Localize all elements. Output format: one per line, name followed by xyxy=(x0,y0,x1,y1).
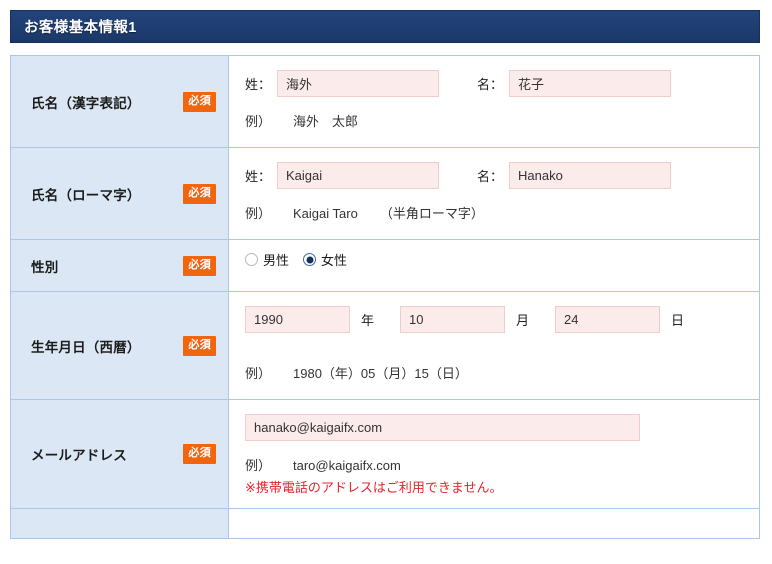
table-row-name-romaji: 氏名（ローマ字） 必須 姓： 名： 例） Kaigai Taro （半角ローマ字） xyxy=(10,147,760,240)
sei-label-romaji: 姓： xyxy=(245,169,272,184)
birth-month-input[interactable] xyxy=(400,306,506,333)
last-name-kanji-input[interactable] xyxy=(277,70,440,97)
name-romaji-fields: 姓： 名： xyxy=(245,162,759,189)
required-badge-email: 必須 xyxy=(183,444,216,464)
label-cell-name-kanji: 氏名（漢字表記） 必須 xyxy=(10,55,229,148)
radio-icon-male[interactable] xyxy=(245,253,258,266)
table-row-partial xyxy=(10,508,760,539)
hint-value-name-romaji: Kaigai Taro xyxy=(293,206,358,221)
required-badge-name-kanji: 必須 xyxy=(183,91,216,112)
hint-prefix-email: 例） xyxy=(245,458,272,473)
radio-icon-female[interactable] xyxy=(303,253,317,266)
hint-birthdate: 例） 1980（年）05（月）15（日） xyxy=(245,363,759,382)
registration-form-page: お客様基本情報1 氏名（漢字表記） 必須 姓： 名： xyxy=(0,0,772,564)
email-fields xyxy=(245,414,759,441)
email-warning-note: ※携帯電話のアドレスはご利用できません。 xyxy=(245,480,503,495)
hint-prefix-name-romaji: 例） xyxy=(245,206,272,221)
name-kanji-fields: 姓： 名： xyxy=(245,70,759,97)
value-cell-gender: 男性 女性 xyxy=(228,239,760,292)
required-badge-name-romaji: 必須 xyxy=(183,183,216,204)
hint-name-romaji: 例） Kaigai Taro （半角ローマ字） xyxy=(245,203,759,222)
hint-note-name-romaji: （半角ローマ字） xyxy=(379,206,484,221)
label-cell-partial xyxy=(10,508,229,539)
first-name-romaji-input[interactable] xyxy=(509,162,672,189)
mei-label-romaji: 名： xyxy=(477,169,504,184)
radio-label-female: 女性 xyxy=(321,253,348,268)
birth-month-unit: 月 xyxy=(516,313,530,328)
table-row-email: メールアドレス 必須 例） taro@kaigaifx.com ※携帯電話のアドレ… xyxy=(10,399,760,509)
label-cell-name-romaji: 氏名（ローマ字） 必須 xyxy=(10,147,229,240)
hint-value-email: taro@kaigaifx.com xyxy=(293,458,401,473)
label-cell-gender: 性別 必須 xyxy=(10,239,229,292)
hint-prefix-name-kanji: 例） xyxy=(245,114,272,129)
mei-label-kanji: 名： xyxy=(477,77,504,92)
birth-day-input[interactable] xyxy=(555,306,661,333)
row-label-name-kanji: 氏名（漢字表記） xyxy=(31,95,141,111)
required-badge-birthdate: 必須 xyxy=(183,335,216,356)
value-cell-name-kanji: 姓： 名： 例） 海外 太郎 xyxy=(228,55,760,148)
sei-label-kanji: 姓： xyxy=(245,77,272,92)
section-header: お客様基本情報1 xyxy=(10,10,760,43)
table-row-name-kanji: 氏名（漢字表記） 必須 姓： 名： 例） 海外 太郎 xyxy=(10,55,760,148)
value-cell-email: 例） taro@kaigaifx.com ※携帯電話のアドレスはご利用できません。 xyxy=(228,399,760,509)
hint-email: 例） taro@kaigaifx.com xyxy=(245,455,759,474)
label-cell-email: メールアドレス 必須 xyxy=(10,399,229,509)
customer-basic-info-table: 氏名（漢字表記） 必須 姓： 名： 例） 海外 太郎 xyxy=(10,55,760,539)
hint-name-kanji: 例） 海外 太郎 xyxy=(245,111,759,130)
birth-day-unit: 日 xyxy=(671,313,685,328)
last-name-romaji-input[interactable] xyxy=(277,162,440,189)
hint-value-birthdate: 1980（年）05（月）15（日） xyxy=(293,366,468,381)
required-badge-gender: 必須 xyxy=(183,255,216,276)
value-cell-partial xyxy=(228,508,760,539)
table-row-birthdate: 生年月日（西暦） 必須 年 月 日 例） 1980（年）05（月）15（日） xyxy=(10,291,760,400)
label-cell-birthdate: 生年月日（西暦） 必須 xyxy=(10,291,229,400)
row-label-email: メールアドレス xyxy=(31,448,127,463)
email-input[interactable] xyxy=(245,414,640,441)
birth-year-unit: 年 xyxy=(361,313,375,328)
hint-prefix-birthdate: 例） xyxy=(245,366,272,381)
row-label-name-romaji: 氏名（ローマ字） xyxy=(31,187,141,203)
hint-value-name-kanji: 海外 太郎 xyxy=(293,114,359,129)
first-name-kanji-input[interactable] xyxy=(509,70,672,97)
section-header-title: お客様基本情報1 xyxy=(24,20,137,36)
table-row-gender: 性別 必須 男性 女性 xyxy=(10,239,760,292)
row-label-birthdate: 生年月日（西暦） xyxy=(31,339,141,355)
birth-year-input[interactable] xyxy=(245,306,350,333)
gender-radio-group: 男性 女性 xyxy=(245,250,759,269)
radio-option-female[interactable]: 女性 xyxy=(303,250,347,269)
value-cell-name-romaji: 姓： 名： 例） Kaigai Taro （半角ローマ字） xyxy=(228,147,760,240)
birthdate-fields: 年 月 日 xyxy=(245,306,759,333)
radio-option-male[interactable]: 男性 xyxy=(245,250,289,269)
row-label-gender: 性別 xyxy=(31,259,59,275)
radio-label-male: 男性 xyxy=(263,253,290,268)
value-cell-birthdate: 年 月 日 例） 1980（年）05（月）15（日） xyxy=(228,291,760,400)
